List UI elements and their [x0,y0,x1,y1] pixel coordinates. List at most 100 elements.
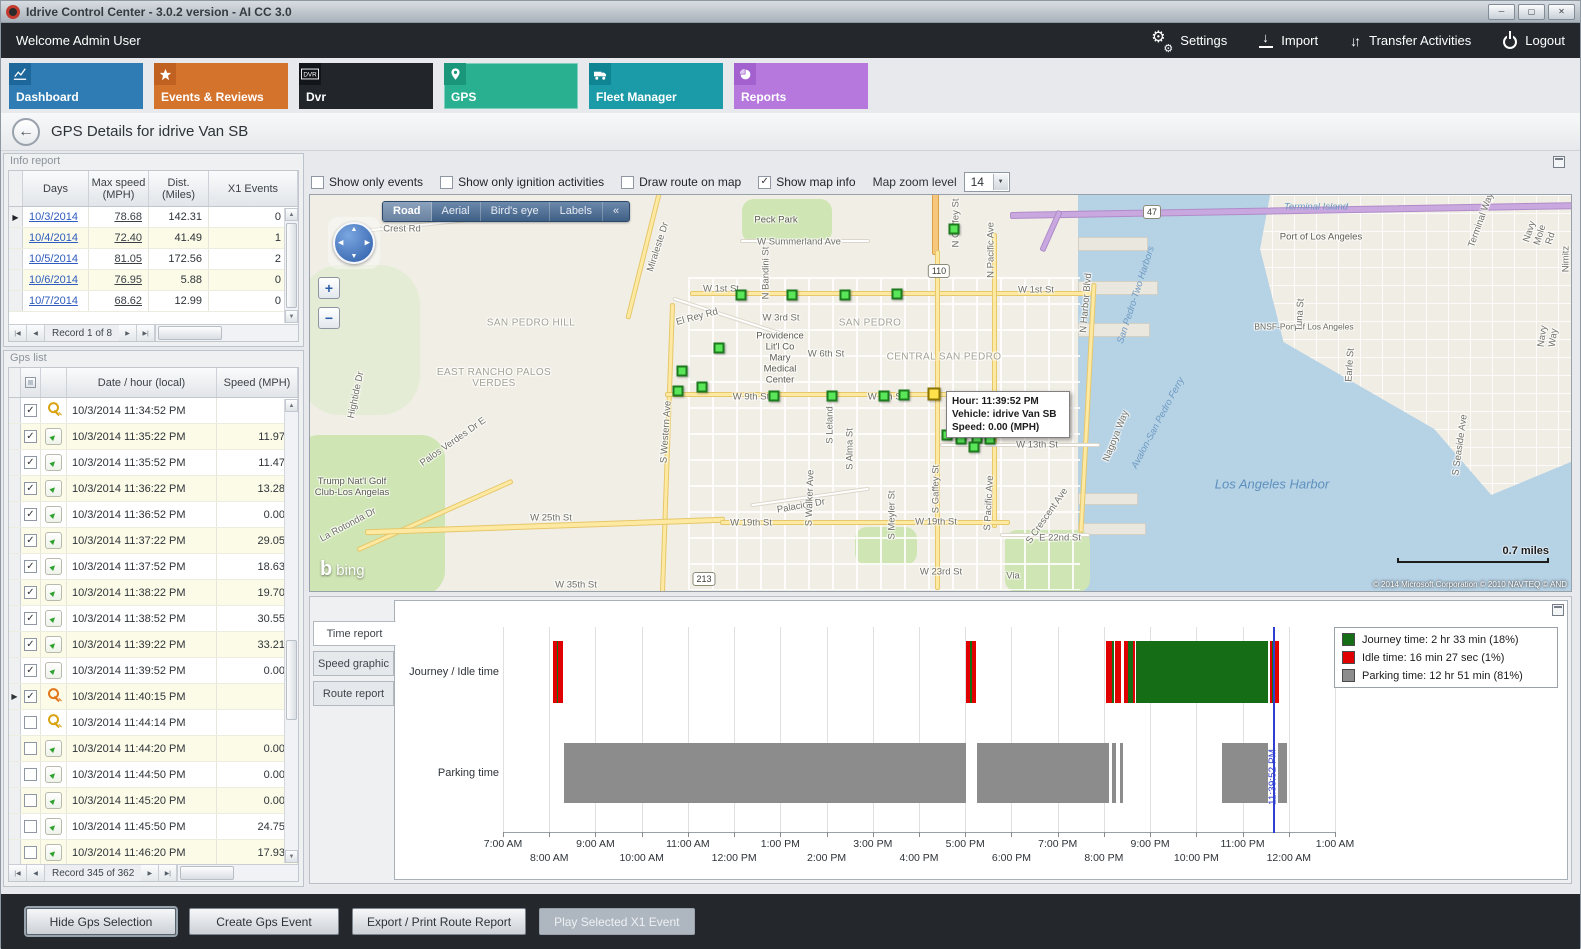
maximize-map-panel-button[interactable] [1553,156,1565,168]
max-speed-link[interactable]: 72.40 [114,232,142,244]
day-link[interactable]: 10/3/2014 [29,211,78,223]
gps-list-row[interactable]: ▶✓10/3/2014 11:40:15 PM [9,684,298,710]
logout-button[interactable]: Logout [1503,33,1565,49]
row-checkbox[interactable]: ✓ [24,560,37,573]
gps-list-row[interactable]: ▲10/3/2014 11:45:20 PM0.00 [9,788,298,814]
gps-list-row[interactable]: ▲10/3/2014 11:45:50 PM24.75 [9,814,298,840]
gps-marker[interactable] [769,391,780,402]
show-only-ignition-checkbox[interactable] [440,176,453,189]
play-selected-x1-event-button[interactable]: Play Selected X1 Event [539,908,694,935]
pan-up-icon[interactable]: ▲ [351,226,358,233]
gps-list-row[interactable]: ✓▲10/3/2014 11:37:52 PM18.63 [9,554,298,580]
row-checkbox[interactable]: ✓ [24,456,37,469]
pan-left-icon[interactable]: ◀ [338,240,343,247]
scroll-down-icon[interactable]: ▼ [285,310,298,323]
prev-record-button[interactable]: ◀ [27,325,45,341]
gps-marker[interactable] [714,343,725,354]
last-record-button[interactable]: ▶| [137,325,155,341]
gps-list-row[interactable]: ✓▲10/3/2014 11:38:22 PM19.70 [9,580,298,606]
next-record-button[interactable]: ▶ [119,325,137,341]
info-report-row[interactable]: 10/6/201476.955.880 [9,270,298,291]
tab-gps[interactable]: GPS [444,63,578,109]
info-report-row[interactable]: 10/4/201472.4041.491 [9,228,298,249]
map-zoom-dropdown[interactable]: 14 ▼ [964,172,1010,192]
zoom-out-button[interactable]: − [318,307,340,329]
gps-list-row[interactable]: ✓▲10/3/2014 11:37:22 PM29.05 [9,528,298,554]
column-date-hour[interactable]: Date / hour (local) [67,368,217,397]
map-compass-control[interactable]: ▲ ▼ ◀ ▶ [328,217,380,269]
collapse-icon[interactable]: « [603,202,629,221]
draw-route-option[interactable]: Draw route on map [621,175,741,189]
column-speed[interactable]: Speed (MPH) [217,368,298,397]
scroll-down-icon[interactable]: ▼ [285,850,298,863]
tab-reports[interactable]: Reports [734,63,868,109]
selected-gps-marker[interactable] [928,388,941,401]
tab-dvr[interactable]: DVR Dvr [299,63,433,109]
transfer-activities-button[interactable]: ↓↑ Transfer Activities [1350,33,1471,49]
show-map-info-option[interactable]: ✓ Show map info [758,175,855,189]
gps-list-row[interactable]: 10/3/2014 11:44:14 PM [9,710,298,736]
hscroll-thumb[interactable] [158,326,222,340]
gps-marker[interactable] [697,382,708,393]
column-days[interactable]: Days [23,171,89,206]
gps-list-row[interactable]: ✓▲10/3/2014 11:39:52 PM0.00 [9,658,298,684]
pan-down-icon[interactable]: ▼ [351,253,358,260]
gps-marker[interactable] [892,289,903,300]
gps-marker[interactable] [969,442,980,453]
gps-marker[interactable] [840,290,851,301]
gps-list-row[interactable]: ✓▲10/3/2014 11:39:22 PM33.21 [9,632,298,658]
create-gps-event-button[interactable]: Create Gps Event [189,908,339,935]
scroll-thumb[interactable] [286,640,297,720]
row-checkbox[interactable] [24,794,37,807]
tab-speed-graphic[interactable]: Speed graphic [313,651,394,676]
scroll-up-icon[interactable]: ▲ [285,399,298,412]
hscrollbar[interactable] [155,325,298,341]
info-report-row[interactable]: ▶10/3/201478.68142.310 [9,207,298,228]
column-x1-events[interactable]: X1 Events [209,171,298,206]
back-button[interactable]: ← [12,118,40,146]
max-speed-link[interactable]: 68.62 [114,295,142,307]
draw-route-checkbox[interactable] [621,176,634,189]
gps-marker[interactable] [677,366,688,377]
day-link[interactable]: 10/6/2014 [29,274,78,286]
first-record-button[interactable]: |◀ [9,865,27,881]
maximize-button[interactable]: ▢ [1518,4,1545,20]
max-speed-link[interactable]: 81.05 [114,253,142,265]
map-view-labels[interactable]: Labels [550,202,603,221]
export-print-route-report-button[interactable]: Export / Print Route Report [352,908,526,935]
gps-list-row[interactable]: ✓10/3/2014 11:34:52 PM [9,398,298,424]
info-report-vscrollbar[interactable]: ▲ ▼ [284,208,298,323]
prev-record-button[interactable]: ◀ [27,865,45,881]
gps-marker[interactable] [787,290,798,301]
show-map-info-checkbox[interactable]: ✓ [758,176,771,189]
tab-route-report[interactable]: Route report [313,681,394,706]
day-link[interactable]: 10/4/2014 [29,232,78,244]
hscrollbar[interactable] [177,865,298,881]
info-report-row[interactable]: 10/7/201468.6212.990 [9,291,298,312]
minimize-button[interactable]: ─ [1488,4,1515,20]
gps-list-row[interactable]: ✓▲10/3/2014 11:35:22 PM11.97 [9,424,298,450]
row-checkbox[interactable]: ✓ [24,664,37,677]
show-only-events-option[interactable]: Show only events [311,175,423,189]
gps-marker[interactable] [949,224,960,235]
maximize-chart-panel-button[interactable] [1552,604,1564,616]
scroll-thumb[interactable] [286,223,297,308]
row-checkbox[interactable]: ✓ [24,586,37,599]
last-record-button[interactable]: ▶| [159,865,177,881]
row-checkbox[interactable]: ✓ [24,430,37,443]
gps-marker[interactable] [673,386,684,397]
row-checkbox[interactable] [24,768,37,781]
hide-gps-selection-button[interactable]: Hide Gps Selection [26,908,176,935]
gps-list-row[interactable]: ▲10/3/2014 11:46:20 PM17.93 [9,840,298,866]
select-all-checkbox[interactable] [21,368,41,397]
row-checkbox[interactable]: ✓ [24,638,37,651]
gps-list-row[interactable]: ✓▲10/3/2014 11:35:52 PM11.47 [9,450,298,476]
row-checkbox[interactable]: ✓ [24,690,37,703]
show-only-events-checkbox[interactable] [311,176,324,189]
zoom-in-button[interactable]: + [318,277,340,299]
row-checkbox[interactable] [24,716,37,729]
tab-events-reviews[interactable]: Events & Reviews [154,63,288,109]
close-button[interactable]: ✕ [1548,4,1575,20]
gps-list-vscrollbar[interactable]: ▲ ▼ [284,399,298,863]
gps-list-row[interactable]: ▲10/3/2014 11:44:20 PM0.00 [9,736,298,762]
